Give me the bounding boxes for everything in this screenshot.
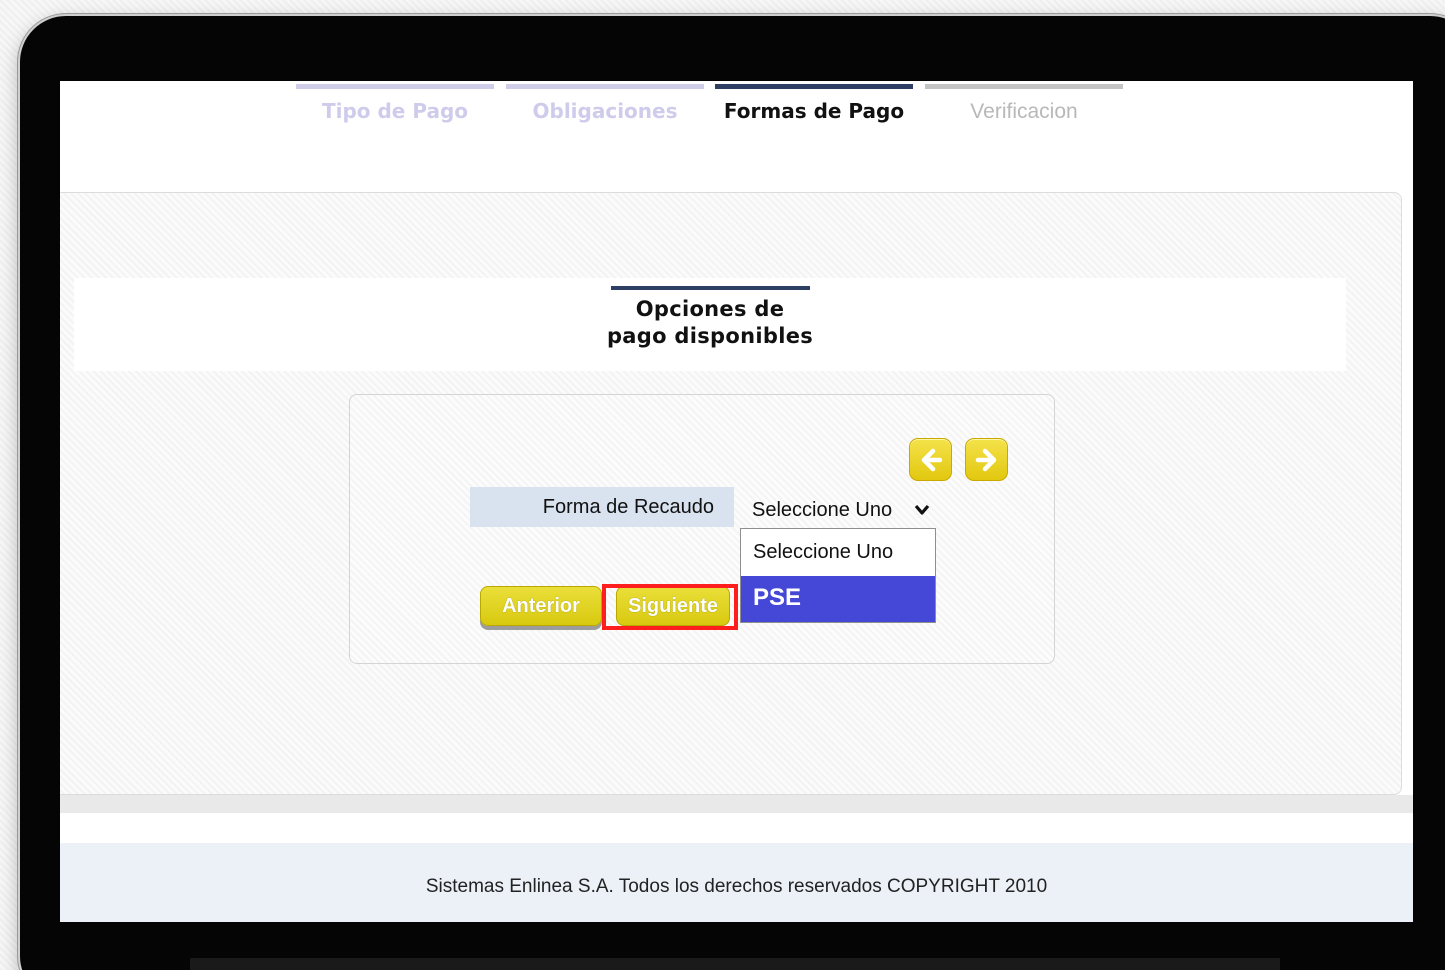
select-dropdown-list: Seleccione Uno PSE [740,528,936,623]
select-value: Seleccione Uno [752,499,893,521]
step-formas-de-pago[interactable]: Formas de Pago [715,84,913,129]
footer-copyright: Sistemas Enlinea S.A. Todos los derechos… [425,876,1048,897]
chevron-down-icon [914,504,930,515]
forma-de-recaudo-select[interactable]: Seleccione Uno [740,495,936,525]
footer-separator [60,795,1413,813]
step-label: Formas de Pago [723,99,905,123]
option-seleccione-uno[interactable]: Seleccione Uno [741,529,935,576]
step-obligaciones[interactable]: Obligaciones [506,84,704,129]
step-label: Obligaciones [532,99,678,123]
step-tipo-de-pago[interactable]: Tipo de Pago [296,84,494,129]
option-pse[interactable]: PSE [741,576,935,622]
step-label: Tipo de Pago [321,99,469,123]
laptop-base [190,958,1280,970]
arrow-right-icon [975,448,996,471]
prev-arrow-button[interactable] [909,438,952,481]
anterior-button[interactable]: Anterior [480,586,602,626]
next-arrow-button[interactable] [965,438,1008,481]
forma-de-recaudo-label: Forma de Recaudo [470,487,734,527]
section-title-line1: Opciones de [635,297,785,321]
section-title-rule [611,286,810,290]
step-label: Verificacion [970,100,1078,123]
arrow-left-icon [921,448,942,471]
annotation-highlight-box [602,584,738,630]
section-title-line2: pago disponibles [606,324,814,348]
step-verificacion: Verificacion [925,84,1123,129]
browser-screen: Tipo de Pago Obligaciones Formas de Pago… [60,81,1413,922]
section-title: Opciones de pago disponibles [560,296,860,350]
page-footer: Sistemas Enlinea S.A. Todos los derechos… [60,843,1413,922]
